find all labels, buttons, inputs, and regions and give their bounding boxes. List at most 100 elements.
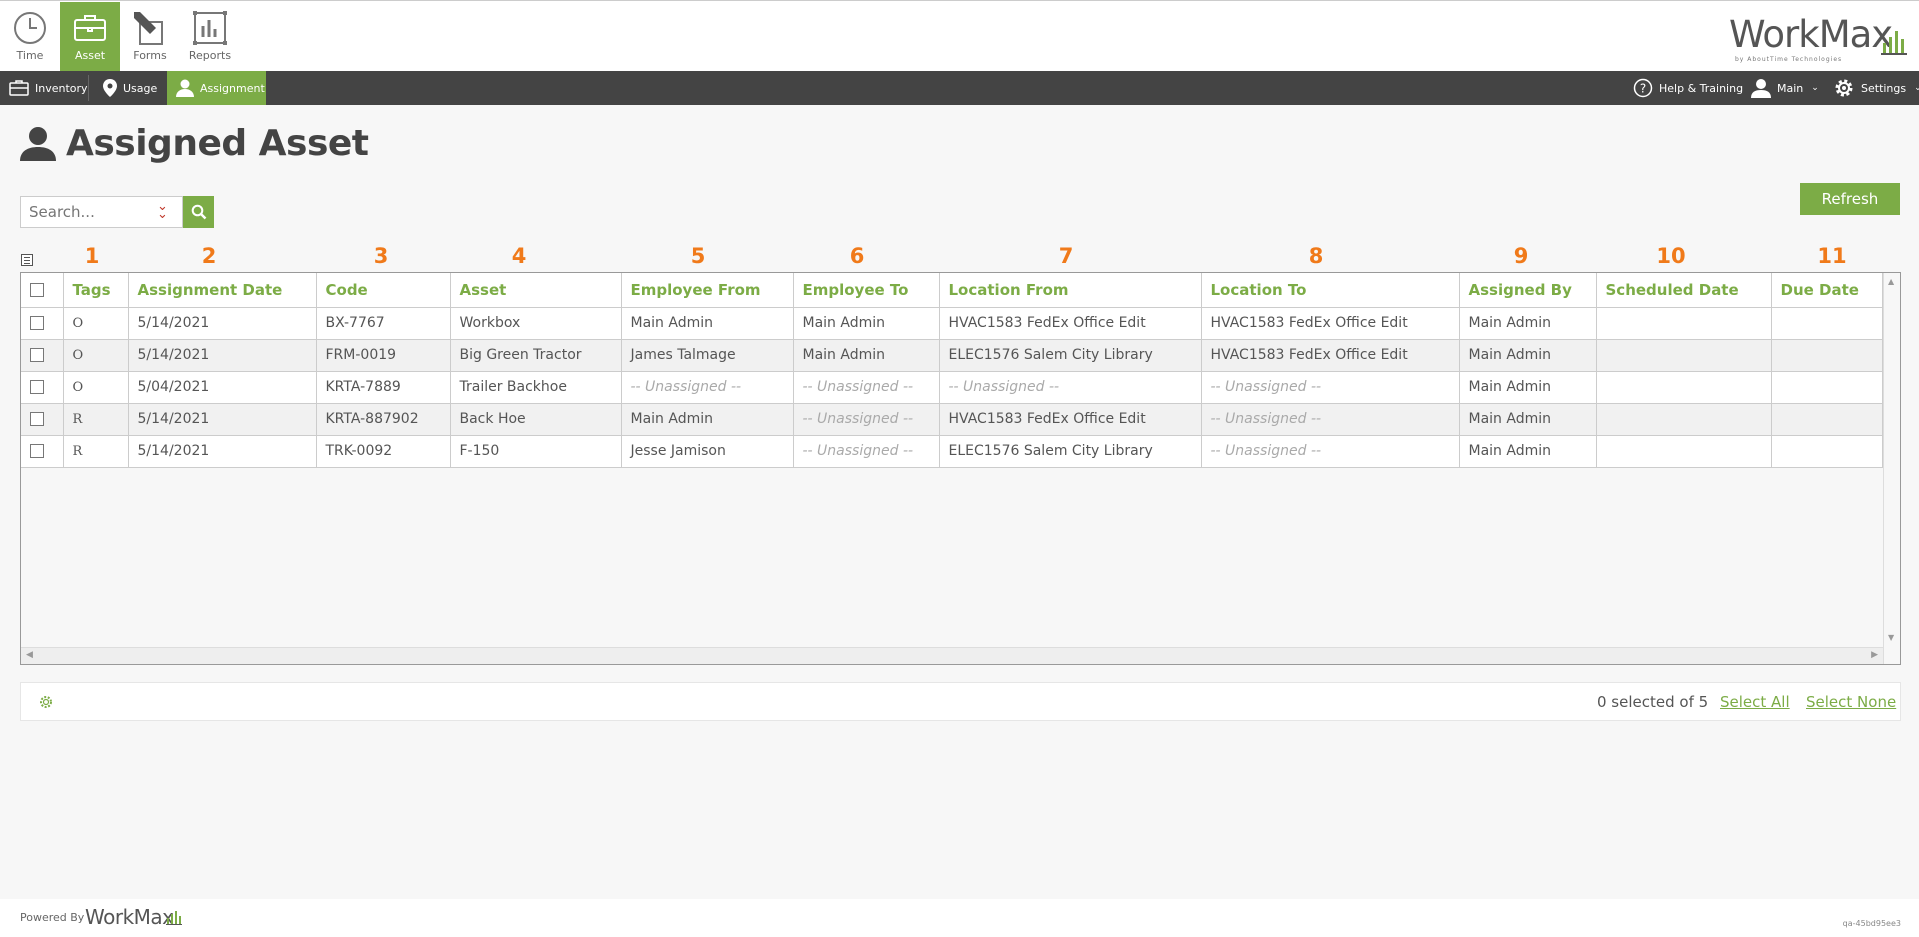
column-header-code[interactable]: Code <box>316 273 451 308</box>
scroll-left-icon[interactable]: ◀ <box>26 650 33 660</box>
logo-bars-icon <box>1881 31 1907 55</box>
row-checkbox[interactable] <box>30 316 44 330</box>
table-row[interactable]: O 5/04/2021 KRTA-7889 Trailer Backhoe --… <box>21 371 1883 404</box>
cell-location-to: HVAC1583 FedEx Office Edit <box>1201 339 1460 372</box>
scroll-down-icon[interactable]: ▼ <box>1888 633 1894 642</box>
grid-footer-toolbar: 0 selected of 5 Select All Select None <box>20 682 1901 721</box>
vertical-scrollbar[interactable]: ▲ ▼ <box>1883 273 1900 664</box>
module-reports[interactable]: Reports <box>180 2 240 72</box>
table-row[interactable]: O 5/14/2021 BX-7767 Workbox Main Admin M… <box>21 307 1883 340</box>
cell-employee-from: James Talmage <box>621 339 794 372</box>
page-title: Assigned Asset <box>66 123 369 164</box>
module-asset[interactable]: Asset <box>60 2 120 72</box>
brand-tagline: by AboutTime Technologies <box>1735 56 1843 63</box>
cell-employee-to: Main Admin <box>793 307 940 340</box>
module-forms-label: Forms <box>133 49 167 62</box>
subnav-assignment[interactable]: Assignment <box>167 71 266 105</box>
column-number: 3 <box>373 244 389 268</box>
column-header-assignment-date[interactable]: Assignment Date <box>128 273 317 308</box>
column-chooser-icon[interactable] <box>21 254 33 266</box>
cell-location-from: ELEC1576 Salem City Library <box>939 435 1202 468</box>
cell-location-from: HVAC1583 FedEx Office Edit <box>939 403 1202 436</box>
row-checkbox-cell <box>21 307 64 340</box>
cell-location-to: HVAC1583 FedEx Office Edit <box>1201 307 1460 340</box>
select-all-header <box>21 273 64 308</box>
powered-by-label: Powered By <box>20 911 85 924</box>
column-number: 10 <box>1656 244 1686 268</box>
table-header-row: Tags Assignment Date Code Asset Employee… <box>21 273 1883 308</box>
column-header-employee-from[interactable]: Employee From <box>621 273 794 308</box>
column-header-asset[interactable]: Asset <box>450 273 622 308</box>
column-header-location-to[interactable]: Location To <box>1201 273 1460 308</box>
gear-icon[interactable] <box>39 695 53 709</box>
scroll-right-icon[interactable]: ▶ <box>1871 650 1878 660</box>
chevron-double-down-icon[interactable]: ⌄ ⌄ <box>157 200 168 221</box>
module-time[interactable]: Time <box>0 2 60 72</box>
column-header-due-date[interactable]: Due Date <box>1771 273 1883 308</box>
chart-icon <box>193 11 227 45</box>
subnav-usage-label: Usage <box>123 81 158 95</box>
refresh-button[interactable]: Refresh <box>1800 183 1900 215</box>
user-icon <box>176 79 194 97</box>
table-row[interactable]: R 5/14/2021 TRK-0092 F-150 Jesse Jamison… <box>21 435 1883 468</box>
top-module-bar: Time Asset Forms Reports WorkMax by Abou… <box>0 0 1919 72</box>
row-checkbox[interactable] <box>30 380 44 394</box>
row-checkbox[interactable] <box>30 348 44 362</box>
cell-location-from: HVAC1583 FedEx Office Edit <box>939 307 1202 340</box>
column-header-tags[interactable]: Tags <box>63 273 129 308</box>
row-checkbox[interactable] <box>30 412 44 426</box>
settings-menu[interactable]: Settings ⌄ <box>1824 71 1919 105</box>
table-row[interactable]: O 5/14/2021 FRM-0019 Big Green Tractor J… <box>21 339 1883 372</box>
cell-employee-to: Main Admin <box>793 339 940 372</box>
cell-assignment-date: 5/14/2021 <box>128 403 317 436</box>
cell-code: KRTA-7889 <box>316 371 451 404</box>
cell-tags: O <box>63 307 129 340</box>
column-header-location-from[interactable]: Location From <box>939 273 1202 308</box>
cell-asset: Trailer Backhoe <box>450 371 622 404</box>
table-row[interactable]: R 5/14/2021 KRTA-887902 Back Hoe Main Ad… <box>21 403 1883 436</box>
module-time-label: Time <box>16 49 44 62</box>
select-all-link[interactable]: Select All <box>1720 693 1790 711</box>
column-header-employee-to[interactable]: Employee To <box>793 273 940 308</box>
column-header-assigned-by[interactable]: Assigned By <box>1459 273 1597 308</box>
horizontal-scrollbar[interactable]: ◀ ▶ <box>21 647 1883 664</box>
select-all-checkbox[interactable] <box>30 283 44 298</box>
cell-assigned-by: Main Admin <box>1459 339 1597 372</box>
select-none-link[interactable]: Select None <box>1806 693 1896 711</box>
scroll-up-icon[interactable]: ▲ <box>1888 277 1894 286</box>
module-forms[interactable]: Forms <box>120 2 180 72</box>
cell-employee-to: -- Unassigned -- <box>793 371 940 404</box>
cell-tags: R <box>63 435 129 468</box>
subnav-usage[interactable]: Usage <box>94 71 168 105</box>
user-menu[interactable]: Main ⌄ <box>1742 71 1828 105</box>
cell-scheduled-date <box>1596 435 1772 468</box>
row-checkbox-cell <box>21 435 64 468</box>
page-footer: Powered By WorkMax qa-45bd95ee3 <box>0 899 1919 937</box>
search-button[interactable] <box>183 196 214 228</box>
cell-due-date <box>1771 435 1883 468</box>
cell-scheduled-date <box>1596 307 1772 340</box>
cell-assignment-date: 5/14/2021 <box>128 307 317 340</box>
column-number-annotations: 1 2 3 4 5 6 7 8 9 10 11 <box>0 244 1919 270</box>
row-checkbox[interactable] <box>30 444 44 458</box>
footer-logo: WorkMax <box>85 905 174 929</box>
cell-assigned-by: Main Admin <box>1459 307 1597 340</box>
cell-due-date <box>1771 371 1883 404</box>
briefcase-icon <box>74 15 106 41</box>
cell-employee-to: -- Unassigned -- <box>793 435 940 468</box>
column-header-scheduled-date[interactable]: Scheduled Date <box>1596 273 1772 308</box>
workmax-logo: WorkMax by AboutTime Technologies <box>1729 13 1909 63</box>
cell-code: TRK-0092 <box>316 435 451 468</box>
cell-location-from: -- Unassigned -- <box>939 371 1202 404</box>
svg-text:?: ? <box>1640 82 1646 96</box>
cell-assignment-date: 5/04/2021 <box>128 371 317 404</box>
gear-icon <box>1835 79 1853 97</box>
subnav-inventory[interactable]: Inventory <box>0 71 89 105</box>
help-training-link[interactable]: ? Help & Training <box>1624 71 1752 105</box>
user-menu-label: Main <box>1777 81 1804 95</box>
cell-due-date <box>1771 307 1883 340</box>
cell-assigned-by: Main Admin <box>1459 403 1597 436</box>
sub-navigation: Inventory Usage Assignment ? Help & Trai… <box>0 71 1919 105</box>
cell-tags: O <box>63 371 129 404</box>
settings-label: Settings <box>1861 81 1907 95</box>
